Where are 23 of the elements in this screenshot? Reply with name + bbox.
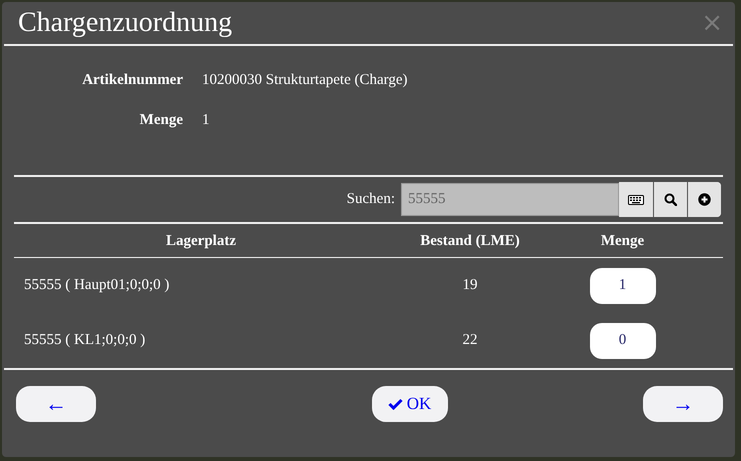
quantity-field[interactable]: 1 xyxy=(590,268,656,304)
column-header: Lagerplatz xyxy=(165,233,237,250)
quantity-field[interactable]: 0 xyxy=(590,322,656,358)
search-label: Suchen: xyxy=(346,191,395,208)
ok-button[interactable]: OK xyxy=(372,386,448,422)
keyboard-icon xyxy=(628,194,644,204)
plus-circle-icon xyxy=(698,193,711,206)
table-cell-text: 22 xyxy=(462,332,478,349)
field-label: Menge xyxy=(138,112,183,129)
field-label: Artikelnummer xyxy=(81,72,183,89)
column-header: Menge xyxy=(600,233,646,250)
check-icon xyxy=(388,398,403,410)
back-button[interactable]: ← xyxy=(16,386,96,422)
field-value: 1 xyxy=(202,112,210,129)
add-button[interactable] xyxy=(687,182,721,217)
field-value: 10200030 Strukturtapete (Charge) xyxy=(202,72,409,89)
column-header: Bestand (LME) xyxy=(419,233,521,250)
table-cell-text: 55555 ( KL1;0;0;0 ) xyxy=(23,332,146,349)
table-cell-text: 19 xyxy=(462,277,478,294)
search-icon xyxy=(664,193,677,206)
next-button[interactable]: → xyxy=(643,386,723,422)
table-cell-text: 55555 ( Haupt01;0;0;0 ) xyxy=(23,277,170,294)
dialog-title: Chargenzuordnung xyxy=(18,7,232,39)
